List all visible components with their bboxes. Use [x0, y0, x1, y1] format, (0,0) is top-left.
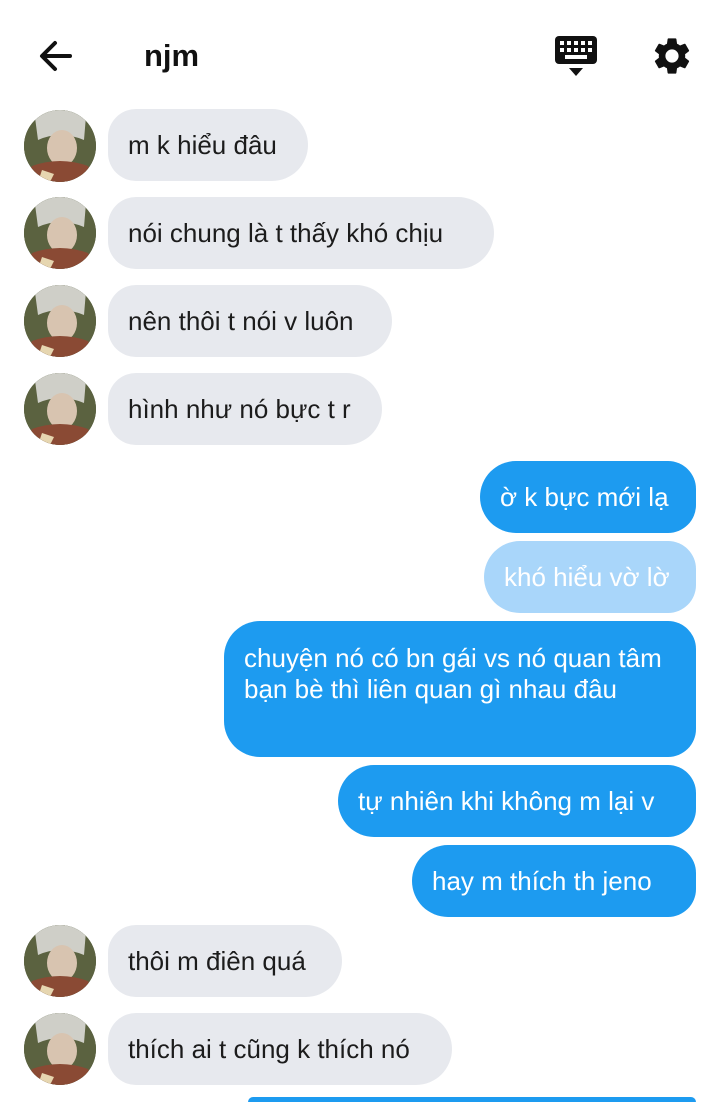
message-text: thôi m điên quá: [128, 946, 306, 976]
avatar[interactable]: [24, 1013, 96, 1085]
message-text: ờ k bực mới lạ: [500, 482, 669, 512]
profile-photo: [24, 285, 96, 357]
avatar[interactable]: [24, 373, 96, 445]
message-bubble-incoming[interactable]: hình như nó bực t r: [108, 373, 382, 445]
settings-button[interactable]: [650, 34, 694, 78]
arrow-left-icon: [40, 41, 72, 71]
message-text: hay m thích th jeno: [432, 866, 652, 896]
profile-photo: [24, 1013, 96, 1085]
message-bubble-outgoing[interactable]: tự nhiên khi không m lại v: [338, 765, 696, 837]
chat-header: njm: [0, 0, 720, 110]
message-bubble-outgoing-partial[interactable]: [248, 1097, 696, 1102]
message-bubble-incoming[interactable]: thôi m điên quá: [108, 925, 342, 997]
message-text: nói chung là t thấy khó chịu: [128, 218, 444, 248]
message-text: hình như nó bực t r: [128, 394, 351, 424]
message-bubble-incoming[interactable]: m k hiểu đâu: [108, 109, 308, 181]
message-bubble-incoming[interactable]: nói chung là t thấy khó chịu: [108, 197, 494, 269]
back-button[interactable]: [36, 36, 76, 76]
message-bubble-incoming[interactable]: nên thôi t nói v luôn: [108, 285, 392, 357]
message-text: nên thôi t nói v luôn: [128, 306, 354, 336]
avatar[interactable]: [24, 110, 96, 182]
message-bubble-outgoing[interactable]: ờ k bực mới lạ: [480, 461, 696, 533]
keyboard-button[interactable]: [552, 34, 600, 80]
conversation-title: njm: [144, 38, 200, 73]
profile-photo: [24, 925, 96, 997]
message-text: khó hiểu vờ lờ: [504, 562, 670, 592]
message-bubble-outgoing-pending[interactable]: khó hiểu vờ lờ: [484, 541, 696, 613]
message-bubble-outgoing[interactable]: chuyện nó có bn gái vs nó quan tâm bạn b…: [224, 621, 696, 757]
message-bubble-incoming[interactable]: thích ai t cũng k thích nó: [108, 1013, 452, 1085]
message-text: tự nhiên khi không m lại v: [358, 786, 655, 816]
profile-photo: [24, 110, 96, 182]
message-text: m k hiểu đâu: [128, 130, 277, 160]
avatar[interactable]: [24, 925, 96, 997]
keyboard-icon: [555, 36, 597, 76]
message-text: thích ai t cũng k thích nó: [128, 1034, 410, 1064]
avatar[interactable]: [24, 197, 96, 269]
avatar[interactable]: [24, 285, 96, 357]
message-bubble-outgoing[interactable]: hay m thích th jeno: [412, 845, 696, 917]
message-text: chuyện nó có bn gái vs nó quan tâm bạn b…: [244, 643, 662, 704]
profile-photo: [24, 373, 96, 445]
profile-photo: [24, 197, 96, 269]
gear-icon: [654, 38, 690, 74]
